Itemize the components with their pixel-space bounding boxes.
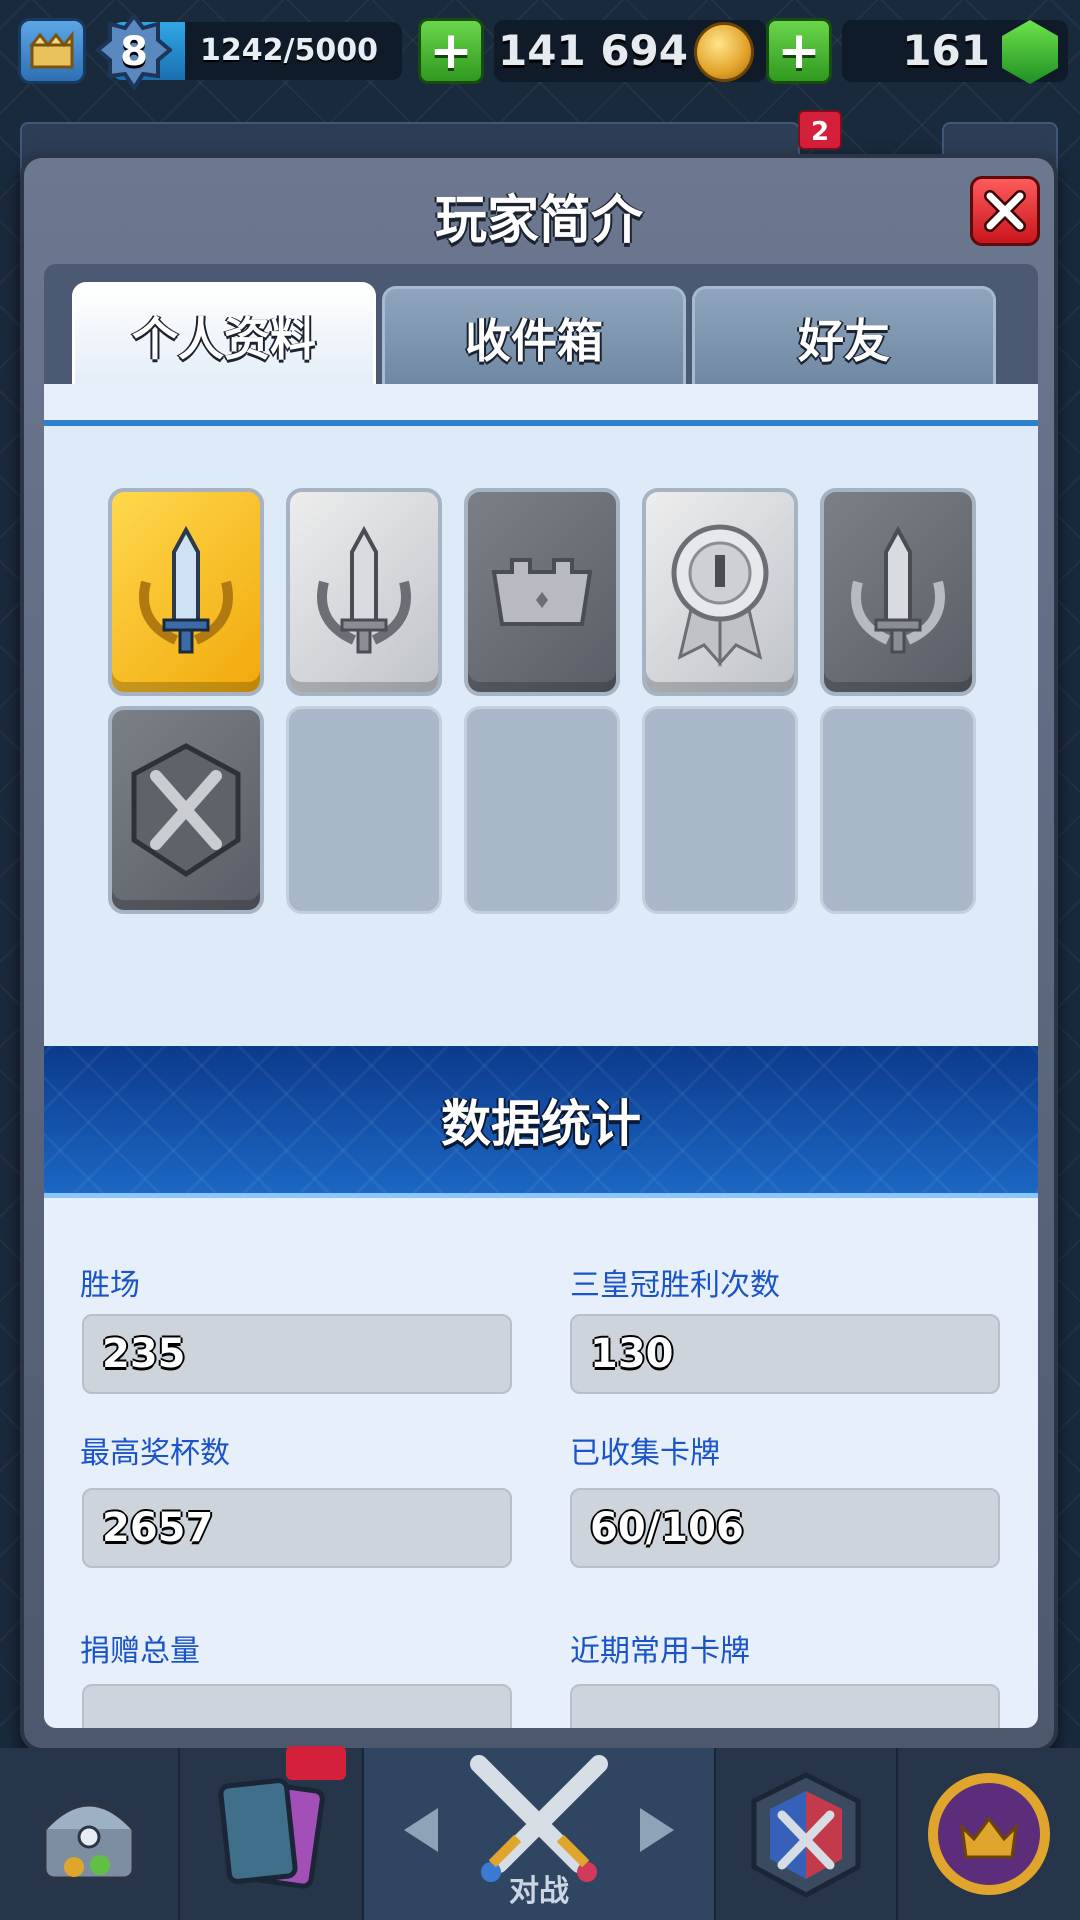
stat-label-total-donations: 捐赠总量: [80, 1634, 200, 1669]
nav-left-arrow-icon[interactable]: [404, 1808, 438, 1852]
buy-gems-button[interactable]: +: [766, 18, 832, 84]
nav-shop[interactable]: [0, 1748, 180, 1920]
stat-label-favorite-card: 近期常用卡牌: [570, 1634, 750, 1669]
stat-label-cards-found: 已收集卡牌: [570, 1436, 720, 1471]
tab-profile[interactable]: 个人资料: [72, 282, 376, 386]
king-tower-icon[interactable]: [18, 18, 86, 84]
level-badge: 8: [96, 14, 172, 90]
sword-laurel-icon: [139, 525, 233, 654]
stat-value-wins: 235: [82, 1314, 512, 1394]
cards-notification-badge: [286, 1746, 346, 1780]
empty-badge-slot: [286, 706, 442, 914]
stat-value-favorite-card: [570, 1684, 1000, 1728]
gold-sword-laurel-badge[interactable]: [108, 488, 264, 696]
crossed-swords-icon: [470, 1755, 608, 1882]
cards-icon: [218, 1778, 325, 1889]
xp-text: 1242/5000: [200, 33, 378, 68]
badges-panel: [44, 426, 1038, 1046]
bottom-nav: 对战: [0, 1748, 1080, 1920]
empty-badge-slot: [464, 706, 620, 914]
stat-value-total-donations: [82, 1684, 512, 1728]
stat-value-cards-found: 60/106: [570, 1488, 1000, 1568]
tab-inbox[interactable]: 收件箱: [382, 286, 686, 386]
sword-laurel-icon: [851, 525, 945, 654]
medal-icon: [671, 524, 769, 667]
sword-laurel-icon: [317, 525, 411, 654]
clan-shield-icon: [751, 1772, 861, 1898]
stat-label-highest-trophies: 最高奖杯数: [80, 1436, 230, 1471]
notification-badge: 2: [798, 110, 842, 150]
stat-value-highest-trophies: 2657: [82, 1488, 512, 1568]
resource-bar: 1242/5000 8 + 141 694 + 161: [0, 0, 1080, 104]
nav-tournaments[interactable]: [898, 1748, 1080, 1920]
stat-value-three-crown-wins: 130: [570, 1314, 1000, 1394]
medal-ribbon-badge[interactable]: [642, 488, 798, 696]
crown-laurel-icon: [928, 1773, 1050, 1895]
buy-gold-button[interactable]: +: [418, 18, 484, 84]
modal-title: 玩家简介: [434, 191, 643, 251]
nav-battle[interactable]: 对战: [364, 1748, 716, 1920]
gold-coin-icon: [694, 22, 754, 82]
stats-header: 数据统计: [44, 1046, 1038, 1198]
crossed-swords-shield-icon: [131, 743, 241, 877]
close-button[interactable]: [970, 176, 1040, 246]
tab-friends[interactable]: 好友: [692, 286, 996, 386]
stat-label-three-crown-wins: 三皇冠胜利次数: [570, 1268, 780, 1303]
modal-body: 个人资料 收件箱 好友 数据统计 胜场 235 三皇冠胜利次数 130 最高奖杯…: [44, 264, 1038, 1728]
empty-badge-slot: [642, 706, 798, 914]
nav-clan[interactable]: [716, 1748, 898, 1920]
close-icon: [984, 190, 1026, 232]
player-profile-modal: 玩家简介 个人资料 收件箱 好友 数据统计 胜场 235 三皇冠胜利次数 130…: [20, 154, 1058, 1752]
profile-content: 数据统计 胜场 235 三皇冠胜利次数 130 最高奖杯数 2657 已收集卡牌…: [44, 384, 1038, 1728]
level-number: 8: [120, 29, 148, 75]
stat-label-wins: 胜场: [80, 1268, 140, 1303]
battle-label: 对战: [509, 1874, 569, 1909]
nav-right-arrow-icon[interactable]: [640, 1808, 674, 1852]
silver-sword-laurel-badge[interactable]: [286, 488, 442, 696]
sword-laurel-badge[interactable]: [820, 488, 976, 696]
tab-bar: 个人资料 收件箱 好友: [72, 282, 1010, 386]
crossed-swords-shield-badge[interactable]: [108, 706, 264, 914]
crown-icon: [491, 558, 593, 626]
stats-title: 数据统计: [441, 1094, 641, 1153]
empty-badge-slot: [820, 706, 976, 914]
crown-badge[interactable]: [464, 488, 620, 696]
treasure-chest-icon: [41, 1801, 137, 1882]
